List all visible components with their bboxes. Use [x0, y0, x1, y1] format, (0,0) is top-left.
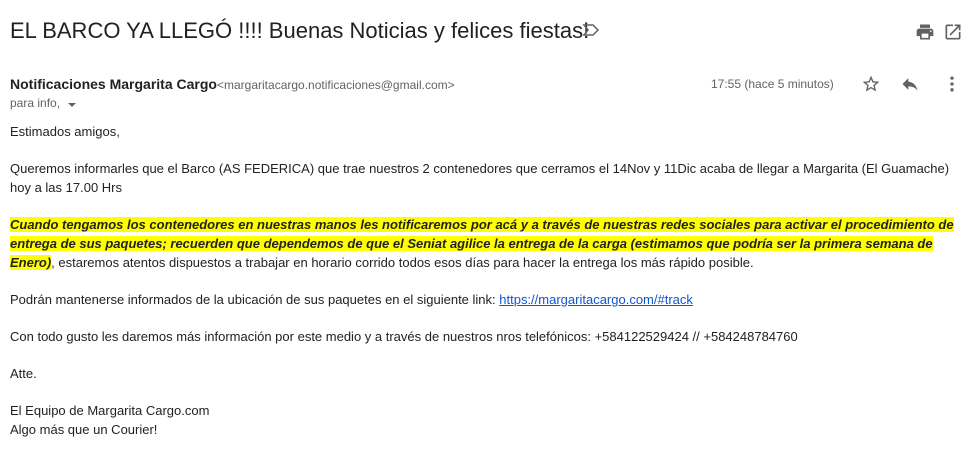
delivery-rest: , estaremos atentos dispuestos a trabaja…	[51, 255, 754, 270]
sender-name[interactable]: Notificaciones Margarita Cargo	[10, 76, 217, 92]
more-vertical-icon[interactable]	[942, 74, 962, 94]
star-icon[interactable]	[861, 74, 881, 94]
paragraph-arrival: Queremos informarles que el Barco (AS FE…	[10, 161, 950, 195]
open-in-new-window-icon[interactable]	[943, 22, 963, 42]
sender-email: <margaritacargo.notificaciones@gmail.com…	[217, 78, 455, 92]
email-subject: EL BARCO YA LLEGÓ !!!! Buenas Noticias y…	[10, 18, 590, 43]
closing: Atte.	[10, 366, 37, 381]
chevron-down-icon[interactable]	[67, 99, 77, 109]
paragraph-contact: Con todo gusto les daremos más informaci…	[10, 329, 798, 344]
sender-row: Notificaciones Margarita Cargo <margarit…	[10, 74, 967, 96]
signature-line-2: Algo más que un Courier!	[10, 422, 158, 437]
reply-icon[interactable]	[900, 74, 920, 94]
paragraph-delivery: Cuando tengamos los contenedores en nues…	[10, 215, 962, 272]
print-icon[interactable]	[915, 22, 935, 42]
label-important-icon[interactable]	[581, 20, 601, 40]
email-body: Estimados amigos, Queremos informarles q…	[10, 122, 962, 439]
subject-row: EL BARCO YA LLEGÓ !!!! Buenas Noticias y…	[10, 14, 967, 50]
signature-line-1: El Equipo de Margarita Cargo.com	[10, 403, 210, 418]
greeting: Estimados amigos,	[10, 124, 120, 139]
recipient-line[interactable]: para info,	[10, 96, 77, 110]
recipient-text: para info,	[10, 96, 61, 110]
tracking-link[interactable]: https://margaritacargo.com/#track	[499, 292, 693, 307]
paragraph-tracking: Podrán mantenerse informados de la ubica…	[10, 290, 962, 309]
tracking-text: Podrán mantenerse informados de la ubica…	[10, 292, 500, 307]
message-time: 17:55 (hace 5 minutos)	[711, 77, 834, 91]
